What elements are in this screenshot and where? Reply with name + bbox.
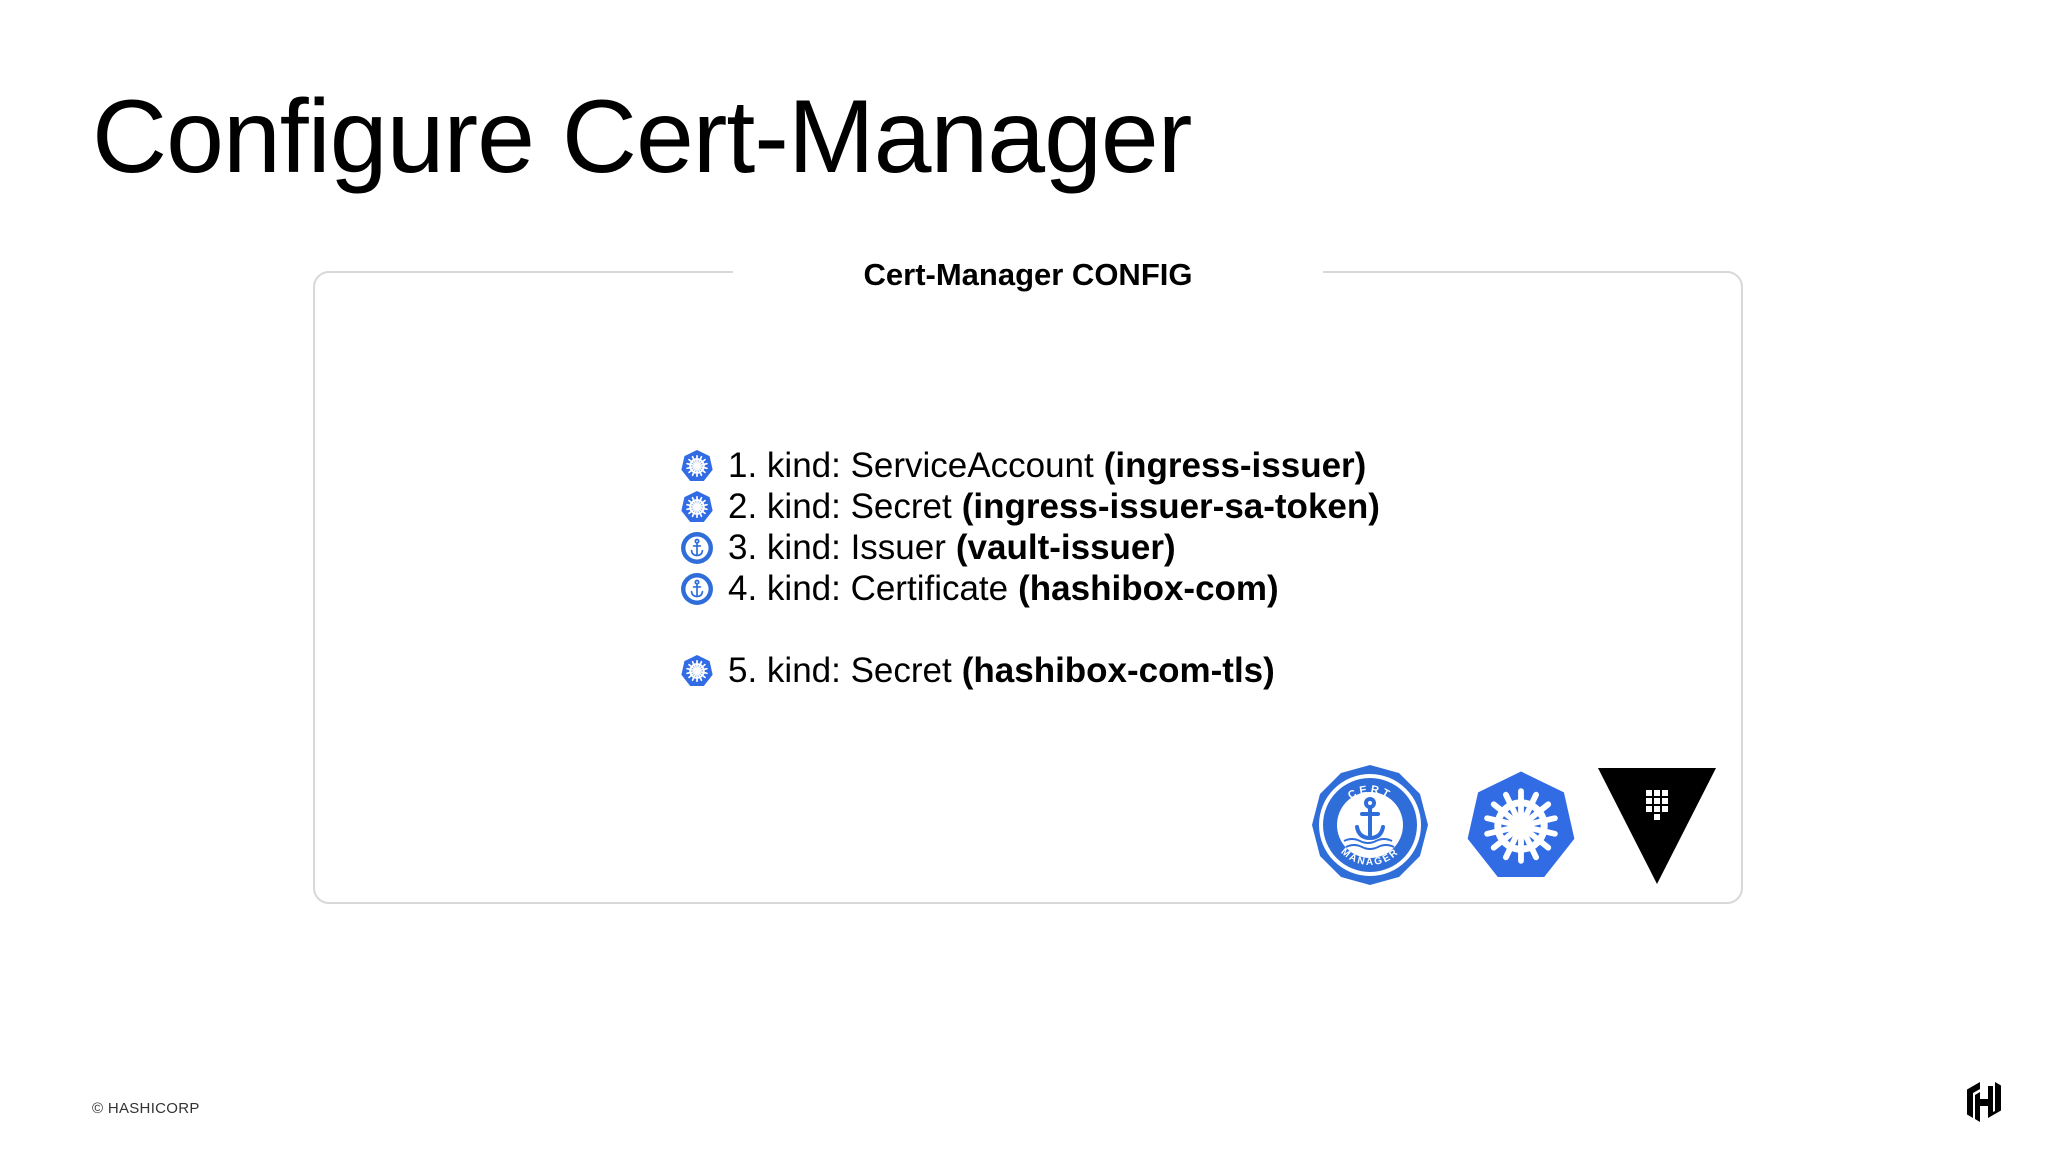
kubernetes-icon — [680, 490, 714, 524]
slide-title: Configure Cert-Manager — [92, 79, 1192, 195]
item-resource-name: (hashibox-com) — [1018, 568, 1279, 608]
vault-logo — [1598, 768, 1716, 884]
list-item: 1. kind: ServiceAccount (ingress-issuer) — [680, 445, 1380, 486]
item-kind: 4. kind: Certificate — [728, 568, 1009, 608]
item-resource-name: (vault-issuer) — [955, 527, 1176, 567]
item-resource-name: (ingress-issuer) — [1103, 445, 1367, 485]
item-resource-name: (hashibox-com-tls) — [961, 650, 1275, 690]
item-kind: 1. kind: ServiceAccount — [728, 445, 1094, 485]
cert-manager-icon — [680, 531, 714, 565]
list-item: 5. kind: Secret (hashibox-com-tls) — [680, 650, 1380, 691]
copyright-text: © HASHICORP — [92, 1100, 200, 1117]
kubernetes-icon — [680, 449, 714, 483]
item-kind: 5. kind: Secret — [728, 650, 952, 690]
panel-title: Cert-Manager CONFIG — [733, 250, 1323, 300]
list-item: 2. kind: Secret (ingress-issuer-sa-token… — [680, 486, 1380, 527]
item-kind: 3. kind: Issuer — [728, 527, 946, 567]
item-resource-name: (ingress-issuer-sa-token) — [961, 486, 1380, 526]
hashicorp-logo — [1965, 1080, 2003, 1124]
cert-manager-logo: CERT MANAGER — [1308, 763, 1432, 887]
list-item: 4. kind: Certificate (hashibox-com) — [680, 568, 1380, 609]
cert-manager-icon — [680, 572, 714, 606]
list-item: 3. kind: Issuer (vault-issuer) — [680, 527, 1380, 568]
kubernetes-logo — [1460, 768, 1582, 884]
kubernetes-icon — [680, 654, 714, 688]
config-list: 1. kind: ServiceAccount (ingress-issuer)… — [680, 445, 1380, 691]
item-kind: 2. kind: Secret — [728, 486, 952, 526]
